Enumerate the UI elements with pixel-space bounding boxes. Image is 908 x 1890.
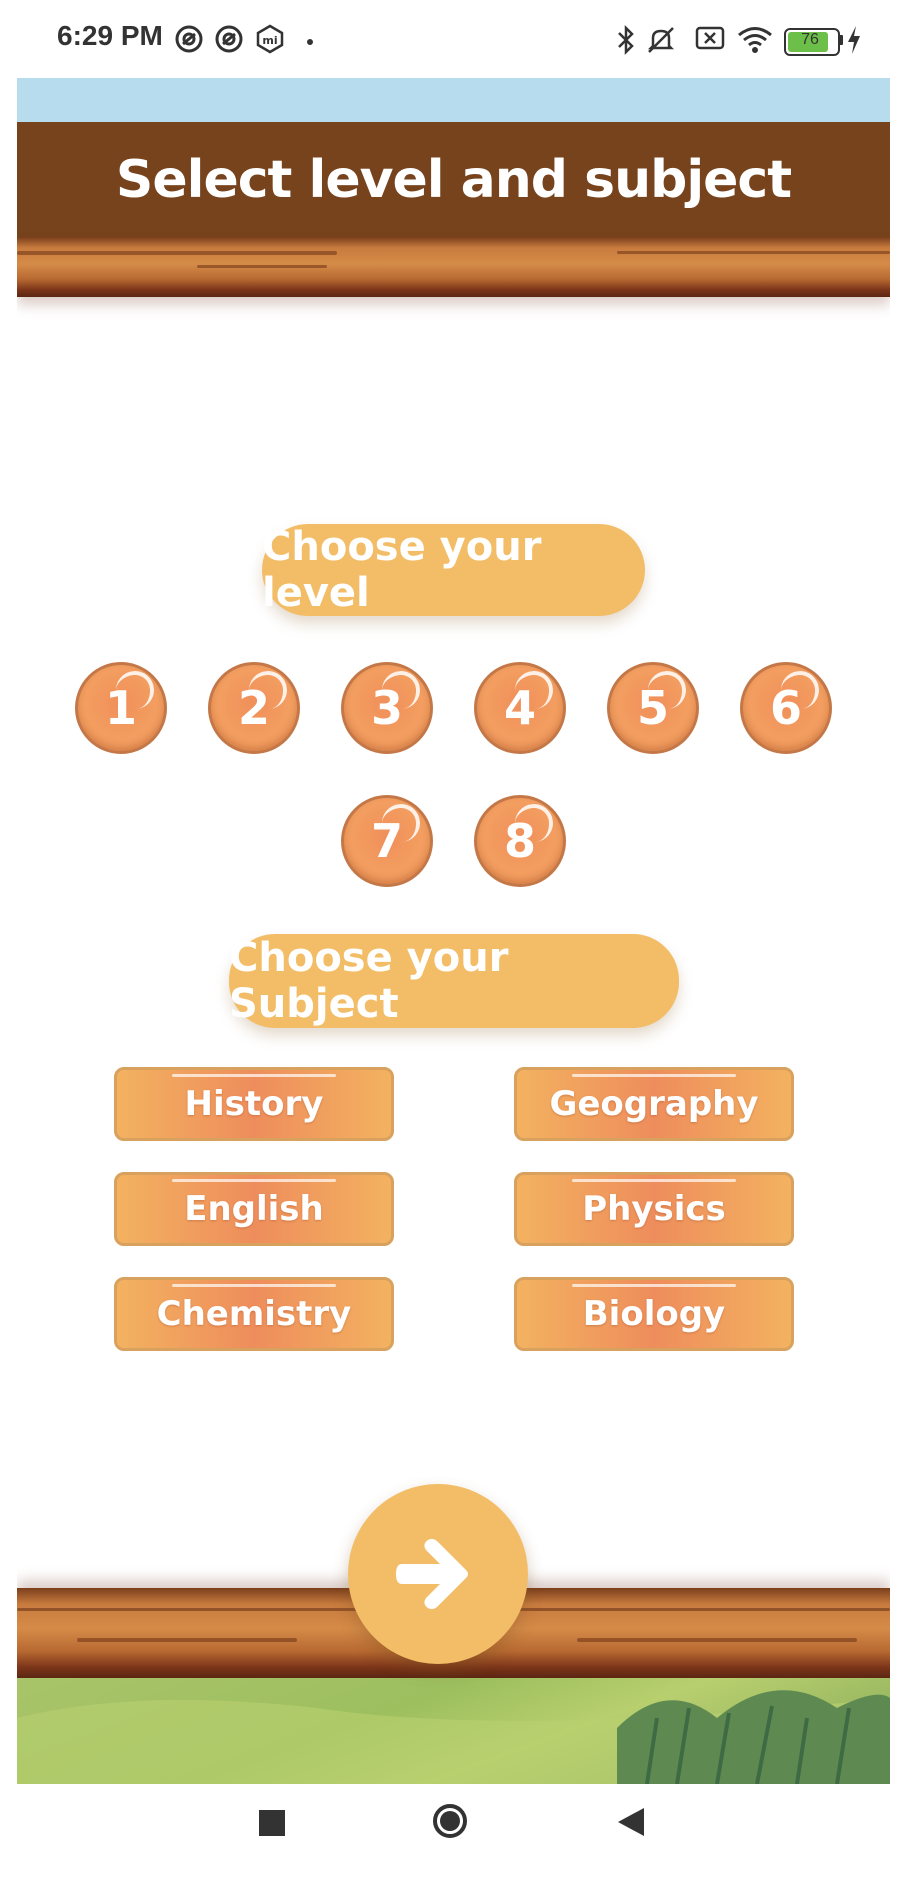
bell-muted-icon bbox=[647, 27, 675, 53]
charging-icon bbox=[848, 26, 860, 54]
dot-icon bbox=[307, 39, 313, 45]
sync-icon-2 bbox=[215, 25, 243, 53]
wifi-icon bbox=[738, 27, 772, 53]
subject-button-english[interactable]: English bbox=[114, 1172, 394, 1246]
arrow-right-icon bbox=[396, 1538, 468, 1610]
system-nav-bar bbox=[0, 1784, 908, 1890]
choose-subject-heading: Choose your Subject bbox=[229, 934, 679, 1028]
choose-level-heading: Choose your level bbox=[262, 524, 645, 616]
sync-icon bbox=[175, 25, 203, 53]
level-button-8[interactable]: 8 bbox=[474, 795, 566, 887]
wood-grain bbox=[17, 251, 337, 255]
grass-background bbox=[17, 1678, 890, 1784]
status-bar: 6:29 PM mi 76 bbox=[0, 0, 908, 80]
subject-button-geography[interactable]: Geography bbox=[514, 1067, 794, 1141]
wood-grain bbox=[197, 265, 327, 268]
subject-label: English bbox=[184, 1189, 324, 1229]
battery-level: 76 bbox=[801, 31, 819, 48]
bushes-decoration bbox=[17, 1690, 890, 1784]
subject-label: History bbox=[184, 1084, 324, 1124]
level-button-1[interactable]: 1 bbox=[75, 662, 167, 754]
subject-button-history[interactable]: History bbox=[114, 1067, 394, 1141]
subject-button-biology[interactable]: Biology bbox=[514, 1277, 794, 1351]
subject-label: Biology bbox=[582, 1294, 726, 1334]
wood-grain bbox=[617, 251, 890, 254]
battery-icon: 76 bbox=[784, 28, 840, 56]
battery-tip bbox=[839, 35, 843, 45]
svg-text:mi: mi bbox=[262, 34, 277, 47]
next-button[interactable] bbox=[348, 1484, 528, 1664]
subject-button-physics[interactable]: Physics bbox=[514, 1172, 794, 1246]
page-title: Select level and subject bbox=[115, 149, 792, 210]
status-time: 6:29 PM bbox=[57, 20, 163, 51]
subject-label: Physics bbox=[582, 1189, 726, 1229]
level-button-3[interactable]: 3 bbox=[341, 662, 433, 754]
bluetooth-icon bbox=[618, 24, 634, 56]
level-button-4[interactable]: 4 bbox=[474, 662, 566, 754]
level-button-6[interactable]: 6 bbox=[740, 662, 832, 754]
level-button-5[interactable]: 5 bbox=[607, 662, 699, 754]
subject-button-chemistry[interactable]: Chemistry bbox=[114, 1277, 394, 1351]
circle-icon[interactable] bbox=[433, 1804, 467, 1838]
wood-grain bbox=[77, 1638, 297, 1642]
square-icon[interactable] bbox=[259, 1810, 285, 1836]
level-button-2[interactable]: 2 bbox=[208, 662, 300, 754]
mi-icon: mi bbox=[256, 24, 284, 54]
subject-label: Geography bbox=[549, 1084, 759, 1124]
sim-off-icon bbox=[695, 26, 725, 50]
wood-grain bbox=[577, 1638, 857, 1642]
triangle-back-icon[interactable] bbox=[616, 1806, 646, 1838]
subject-label: Chemistry bbox=[156, 1294, 352, 1334]
sky-strip bbox=[17, 78, 890, 122]
level-button-7[interactable]: 7 bbox=[341, 795, 433, 887]
wood-plank-top bbox=[17, 237, 890, 297]
